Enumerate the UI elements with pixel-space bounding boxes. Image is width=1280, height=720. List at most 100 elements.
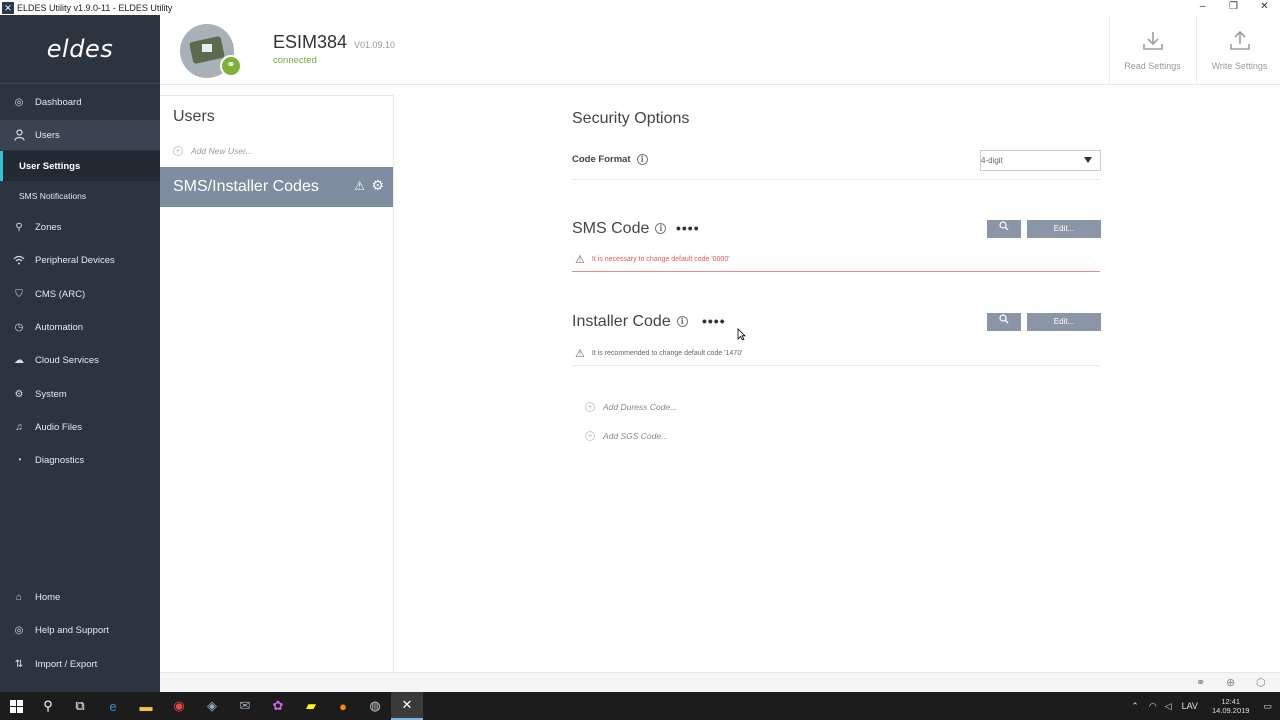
device-name: ESIM384 <box>273 32 348 52</box>
windows-start-icon[interactable] <box>0 692 32 720</box>
read-settings-button[interactable]: Read Settings <box>1109 15 1195 85</box>
plus-icon: + <box>173 146 183 156</box>
add-duress-code-link[interactable]: + Add Duress Code... <box>585 402 677 412</box>
globe-icon[interactable]: ⊕ <box>1226 676 1235 689</box>
code-format-select[interactable]: 4-digit <box>980 150 1101 171</box>
plus-icon: + <box>585 431 595 441</box>
clock[interactable]: 12:41 14.09.2019 <box>1212 697 1250 715</box>
sidebar-item-sms-notifications[interactable]: SMS Notifications <box>0 181 160 211</box>
write-settings-button[interactable]: Write Settings <box>1196 15 1280 85</box>
info-icon[interactable]: i <box>636 154 648 165</box>
sidebar: eldes ◎ Dashboard Users User Settings SM… <box>0 15 160 692</box>
dashboard-icon: ◎ <box>14 96 24 108</box>
info-icon[interactable]: i <box>676 316 688 328</box>
chrome-icon[interactable]: ◉ <box>163 692 195 720</box>
divider <box>572 271 1100 272</box>
sidebar-item-users[interactable]: Users <box>0 120 160 150</box>
sidebar-item-cloud-services[interactable]: ☁ Cloud Services <box>0 345 160 375</box>
pulse-icon: ◔ <box>15 454 23 466</box>
info-icon[interactable]: i <box>655 223 667 235</box>
notifications-icon[interactable]: ▭ <box>1263 701 1272 712</box>
home-icon: ⌂ <box>15 591 23 603</box>
task-view-icon[interactable]: ⧉ <box>64 692 96 720</box>
cloud-icon: ☁ <box>14 354 24 366</box>
import-export-icon: ⇅ <box>14 658 24 670</box>
code-format-label: Code Format i <box>572 154 648 165</box>
window-title-bar: ✕ ELDES Utility v1.9.0-11 - ELDES Utilit… <box>0 0 1280 15</box>
users-panel: Users + Add New User... SMS/Installer Co… <box>160 95 394 672</box>
edge-icon[interactable]: e <box>97 692 129 720</box>
installer-code-masked: •••• <box>702 313 726 329</box>
status-bar: ⚭ ⊕ ⬡ <box>160 672 1280 692</box>
warning-icon: ⚠ <box>575 254 585 266</box>
usb-status-icon[interactable]: ⚭ <box>1196 676 1205 689</box>
help-icon: ◎ <box>14 624 24 636</box>
sidebar-item-peripheral-devices[interactable]: Peripheral Devices <box>0 245 160 275</box>
app-icon[interactable]: ✉ <box>229 692 261 720</box>
chevron-up-icon[interactable]: ⌃ <box>1131 701 1139 712</box>
window-title: ELDES Utility v1.9.0-11 - ELDES Utility <box>17 2 173 13</box>
show-installer-code-button[interactable] <box>987 313 1021 331</box>
app-icon[interactable]: ◍ <box>359 692 391 720</box>
location-pin-icon: ⚲ <box>15 221 23 233</box>
language-indicator[interactable]: LAV <box>1182 701 1198 711</box>
sidebar-item-user-settings[interactable]: User Settings <box>0 151 160 181</box>
usb-connection-icon: ⚭ <box>220 55 242 77</box>
sms-code-warning: ⚠ It is necessary to change default code… <box>575 254 730 266</box>
device-header: ⚭ ESIM384 V01.09.10 connected Read Setti… <box>160 15 1280 85</box>
sidebar-item-diagnostics[interactable]: ◔ Diagnostics <box>0 445 160 475</box>
plus-icon: + <box>585 402 595 412</box>
users-panel-title: Users <box>173 108 215 125</box>
gear-icon[interactable]: ⚙ <box>371 177 384 194</box>
search-icon[interactable]: ⚲ <box>32 692 64 720</box>
app-icon[interactable]: ✿ <box>262 692 294 720</box>
system-tray: ⌃ ◠ ◁ LAV 12:41 14.09.2019 ▭ <box>1125 692 1280 720</box>
sidebar-item-cms-arc[interactable]: ⛉ CMS (ARC) <box>0 279 160 309</box>
minimize-button[interactable]: – <box>1187 0 1218 15</box>
file-explorer-icon[interactable]: ▬ <box>130 692 162 720</box>
warning-icon: ⚠ <box>354 179 365 193</box>
show-sms-code-button[interactable] <box>987 220 1021 238</box>
eldes-logo: eldes <box>0 15 160 84</box>
add-new-user-link[interactable]: + Add New User... <box>173 146 253 156</box>
warning-icon: ⚠ <box>575 348 585 360</box>
sms-code-title: SMS Code i <box>572 220 667 238</box>
sms-installer-codes-item[interactable]: SMS/Installer Codes ⚠ ⚙ <box>160 167 393 207</box>
clock-icon: ◷ <box>14 321 24 333</box>
sidebar-item-dashboard[interactable]: ◎ Dashboard <box>0 87 160 117</box>
close-button[interactable]: ✕ <box>1249 0 1280 15</box>
network-icon[interactable]: ◠ <box>1149 701 1157 712</box>
sticky-notes-icon[interactable]: ▰ <box>295 692 327 720</box>
sidebar-item-import-export[interactable]: ⇅ Import / Export <box>0 649 160 679</box>
divider <box>572 365 1100 366</box>
sidebar-item-home[interactable]: ⌂ Home <box>0 582 160 612</box>
sidebar-item-automation[interactable]: ◷ Automation <box>0 312 160 342</box>
sidebar-item-audio-files[interactable]: ♫ Audio Files <box>0 412 160 442</box>
cube-icon[interactable]: ⬡ <box>1256 676 1266 689</box>
sidebar-item-zones[interactable]: ⚲ Zones <box>0 212 160 242</box>
eldes-utility-taskbar-icon[interactable]: ✕ <box>391 692 423 720</box>
installer-code-warning: ⚠ It is recommended to change default co… <box>575 348 743 360</box>
app-icon[interactable]: ● <box>327 692 359 720</box>
gear-icon: ⚙ <box>14 388 24 400</box>
add-sgs-code-link[interactable]: + Add SGS Code... <box>585 431 668 441</box>
security-options-title: Security Options <box>572 110 690 127</box>
maximize-button[interactable]: ❐ <box>1218 0 1249 15</box>
sidebar-item-help-and-support[interactable]: ◎ Help and Support <box>0 615 160 645</box>
sidebar-item-system[interactable]: ⚙ System <box>0 379 160 409</box>
mouse-cursor <box>737 328 746 341</box>
music-icon: ♫ <box>15 421 23 433</box>
app-icon[interactable]: ◈ <box>196 692 228 720</box>
divider <box>572 179 1100 180</box>
edit-installer-code-button[interactable]: Edit... <box>1027 313 1101 331</box>
main-content: Security Options Code Format i 4-digit SM… <box>395 86 1280 672</box>
chevron-down-icon <box>1084 157 1092 163</box>
search-icon <box>999 314 1009 327</box>
windows-taskbar: ⚲ ⧉ e ▬ ◉ ◈ ✉ ✿ ▰ ● ◍ ✕ ⌃ ◠ ◁ LAV 12:41 … <box>0 692 1280 720</box>
search-icon <box>999 221 1009 234</box>
installer-code-title: Installer Code i <box>572 313 688 331</box>
edit-sms-code-button[interactable]: Edit... <box>1027 220 1101 238</box>
volume-icon[interactable]: ◁ <box>1165 701 1172 712</box>
app-icon: ✕ <box>2 1 14 14</box>
wifi-icon <box>13 254 25 266</box>
